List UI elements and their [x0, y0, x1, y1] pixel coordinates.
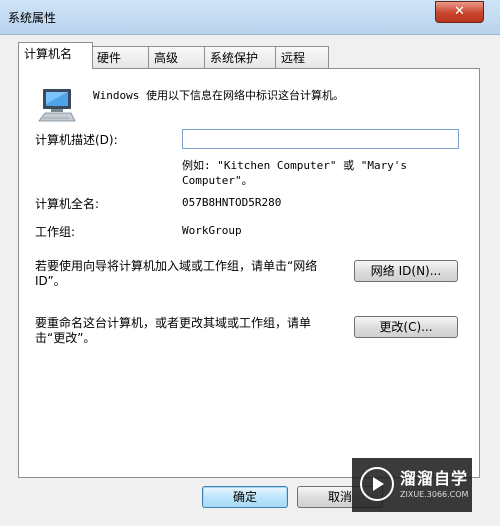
tab-label: 远程 — [281, 51, 306, 65]
network-id-button[interactable]: 网络 ID(N)... — [354, 260, 458, 282]
full-name-value: 057B8HNTOD5R280 — [182, 196, 282, 209]
tab-hardware[interactable]: 硬件 — [91, 46, 149, 68]
network-id-text: 若要使用向导将计算机加入域或工作组，请单击“网络 ID”。 — [35, 259, 318, 288]
play-logo-icon — [360, 467, 394, 501]
tab-system-protection[interactable]: 系统保护 — [204, 46, 276, 68]
tab-label: 系统保护 — [210, 51, 259, 65]
workgroup-label: 工作组: — [35, 225, 76, 239]
watermark-site: ZIXUE.3066.COM — [400, 490, 469, 499]
close-button[interactable]: ✕ — [435, 1, 484, 23]
window-title: 系统属性 — [8, 11, 57, 25]
workgroup-value: WorkGroup — [182, 224, 242, 237]
watermark-name: 溜溜自学 — [400, 469, 469, 488]
watermark: 溜溜自学 ZIXUE.3066.COM — [352, 458, 472, 512]
tab-remote[interactable]: 远程 — [275, 46, 329, 68]
tab-computer-name[interactable]: 计算机名 — [18, 42, 93, 69]
tab-label: 计算机名 — [24, 47, 73, 61]
change-button[interactable]: 更改(C)... — [354, 316, 458, 338]
description-example: 例如: "Kitchen Computer" 或 "Mary's Compute… — [182, 159, 408, 187]
tab-advanced[interactable]: 高级 — [148, 46, 205, 68]
title-bar: 系统属性 ✕ — [0, 0, 500, 35]
rename-text: 要重命名这台计算机，或者更改其域或工作组，请单击“更改”。 — [35, 316, 312, 345]
close-icon: ✕ — [454, 4, 465, 19]
description-input[interactable] — [182, 129, 459, 149]
ok-button[interactable]: 确定 — [202, 486, 288, 508]
tab-panel: Windows 使用以下信息在网络中标识这台计算机。 计算机描述(D): 例如:… — [18, 68, 480, 478]
tab-label: 硬件 — [97, 51, 122, 65]
description-label: 计算机描述(D): — [35, 133, 118, 147]
intro-text: Windows 使用以下信息在网络中标识这台计算机。 — [93, 89, 344, 102]
full-name-label: 计算机全名: — [35, 197, 100, 211]
tab-label: 高级 — [154, 51, 179, 65]
computer-icon — [38, 89, 76, 122]
